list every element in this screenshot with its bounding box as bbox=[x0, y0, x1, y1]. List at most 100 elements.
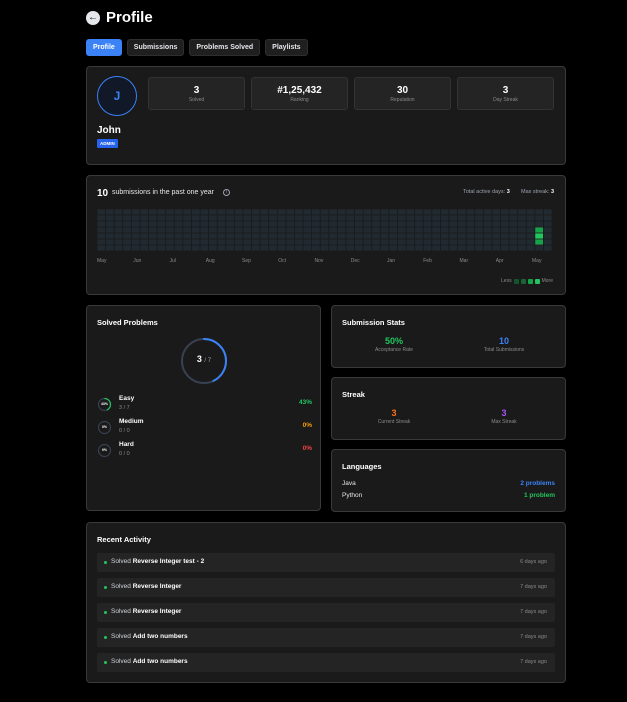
legend-swatch bbox=[520, 278, 526, 284]
heatmap-cell bbox=[105, 221, 114, 227]
month-label: Sep bbox=[242, 258, 251, 264]
activity-item[interactable]: Solved Reverse Integer 7 days ago bbox=[97, 578, 555, 597]
problem-name[interactable]: Reverse Integer bbox=[133, 608, 182, 615]
max-streak: Max streak: 3 bbox=[521, 189, 554, 195]
heatmap-cell bbox=[217, 245, 226, 251]
heatmap-cell bbox=[500, 227, 509, 233]
heatmap-cell bbox=[183, 215, 192, 221]
language-name: Python bbox=[342, 492, 363, 499]
stat-ranking: #1,25,432 Ranking bbox=[251, 77, 348, 110]
heatmap-cell bbox=[312, 215, 320, 221]
heatmap-cell bbox=[449, 233, 458, 239]
heatmap-cell bbox=[191, 227, 200, 233]
difficulty-name: Medium bbox=[119, 418, 144, 425]
heatmap-cell bbox=[415, 209, 423, 215]
heatmap-cell bbox=[509, 209, 518, 215]
heatmap-cell bbox=[209, 227, 217, 233]
heatmap-cell bbox=[243, 221, 252, 227]
heatmap-cell bbox=[475, 209, 483, 215]
heatmap-cell bbox=[303, 209, 312, 215]
heatmap-cell bbox=[97, 215, 106, 221]
problem-name[interactable]: Add two numbers bbox=[133, 633, 188, 640]
difficulty-count: 3 / 7 bbox=[119, 405, 130, 411]
heatmap-cell bbox=[415, 227, 423, 233]
medium-progress-ring: 0% bbox=[97, 420, 112, 435]
back-arrow-icon[interactable]: ← bbox=[86, 11, 100, 25]
heatmap-cell bbox=[449, 239, 458, 245]
heatmap-cell bbox=[269, 227, 277, 233]
month-label: Jul bbox=[169, 258, 176, 264]
heatmap-cell bbox=[423, 245, 432, 251]
heatmap-cell bbox=[526, 221, 535, 227]
submission-stats-card: Submission Stats 50% Acceptance Rate 10 … bbox=[331, 305, 566, 368]
heatmap-cell bbox=[286, 209, 295, 215]
heatmap-cell bbox=[114, 227, 123, 233]
heatmap-cell bbox=[320, 215, 329, 221]
solved-problems-card: Solved Problems 3 / 7 43% Easy 3 / 7 43%… bbox=[86, 305, 321, 511]
heatmap-cell bbox=[329, 209, 337, 215]
heatmap-cell bbox=[148, 221, 157, 227]
heatmap-cell bbox=[234, 233, 243, 239]
metric-label: Acceptance Rate bbox=[374, 347, 414, 353]
tab-submissions[interactable]: Submissions bbox=[126, 39, 185, 56]
heatmap-cell bbox=[466, 245, 475, 251]
heatmap-cell bbox=[457, 221, 466, 227]
difficulty-name: Hard bbox=[119, 441, 134, 448]
activity-item[interactable]: Solved Add two numbers 7 days ago bbox=[97, 653, 555, 672]
problem-name[interactable]: Reverse Integer bbox=[133, 583, 182, 590]
activity-text: Solved Add two numbers bbox=[111, 633, 188, 640]
heatmap-cell bbox=[389, 233, 398, 239]
info-icon[interactable]: i bbox=[223, 189, 230, 196]
heatmap-cell bbox=[363, 221, 372, 227]
month-label: May bbox=[97, 258, 107, 264]
metric-label: Current Streak bbox=[377, 419, 411, 425]
heatmap-cell bbox=[346, 215, 355, 221]
heatmap-cell bbox=[320, 233, 329, 239]
heatmap-cell bbox=[346, 221, 355, 227]
heatmap-cell bbox=[432, 209, 440, 215]
solved-count: 3 bbox=[196, 354, 202, 364]
tab-problems-solved[interactable]: Problems Solved bbox=[189, 39, 261, 56]
metric-label: Total Submissions bbox=[483, 347, 525, 353]
activity-time: 6 days ago bbox=[520, 559, 547, 565]
heatmap-cell bbox=[277, 227, 286, 233]
heatmap-cell bbox=[380, 245, 389, 251]
heatmap-cell bbox=[354, 227, 363, 233]
heatmap-cell bbox=[518, 221, 526, 227]
heatmap-cell bbox=[509, 215, 518, 221]
heatmap-cell bbox=[97, 221, 106, 227]
heatmap-cell bbox=[217, 227, 226, 233]
heatmap-cell bbox=[526, 239, 535, 245]
heatmap-cell bbox=[406, 221, 415, 227]
heatmap-cell bbox=[518, 227, 526, 233]
heatmap-cell bbox=[217, 221, 226, 227]
activity-item[interactable]: Solved Add two numbers 7 days ago bbox=[97, 628, 555, 647]
tab-profile[interactable]: Profile bbox=[86, 39, 122, 56]
heatmap-cell bbox=[432, 227, 440, 233]
heatmap-cell bbox=[372, 245, 380, 251]
heatmap-cell bbox=[449, 221, 458, 227]
activity-item[interactable]: Solved Reverse Integer 7 days ago bbox=[97, 603, 555, 622]
heatmap-cell bbox=[432, 221, 440, 227]
card-title: Solved Problems bbox=[97, 318, 158, 327]
status-dot-icon bbox=[104, 611, 107, 614]
status-dot-icon bbox=[104, 636, 107, 639]
heatmap-cell bbox=[500, 209, 509, 215]
total-submissions: 10 Total Submissions bbox=[454, 336, 554, 353]
profile-tabs: Profile Submissions Problems Solved Play… bbox=[86, 39, 308, 56]
tab-playlists[interactable]: Playlists bbox=[265, 39, 308, 56]
heatmap-cell bbox=[200, 209, 209, 215]
problem-name[interactable]: Add two numbers bbox=[133, 658, 188, 665]
stat-reputation: 30 Reputation bbox=[354, 77, 451, 110]
activity-item[interactable]: Solved Reverse Integer test - 2 6 days a… bbox=[97, 553, 555, 572]
legend-more: More bbox=[541, 278, 553, 284]
heatmap-cell bbox=[191, 239, 200, 245]
heatmap-cell bbox=[209, 233, 217, 239]
card-title: Streak bbox=[342, 390, 365, 399]
heatmap-cell bbox=[492, 221, 501, 227]
difficulty-name: Easy bbox=[119, 395, 135, 402]
heatmap-cell bbox=[251, 245, 260, 251]
problem-name[interactable]: Reverse Integer test - 2 bbox=[133, 558, 205, 565]
recent-activity-card: Recent Activity Solved Reverse Integer t… bbox=[86, 522, 566, 683]
month-label: Jan bbox=[387, 258, 396, 264]
